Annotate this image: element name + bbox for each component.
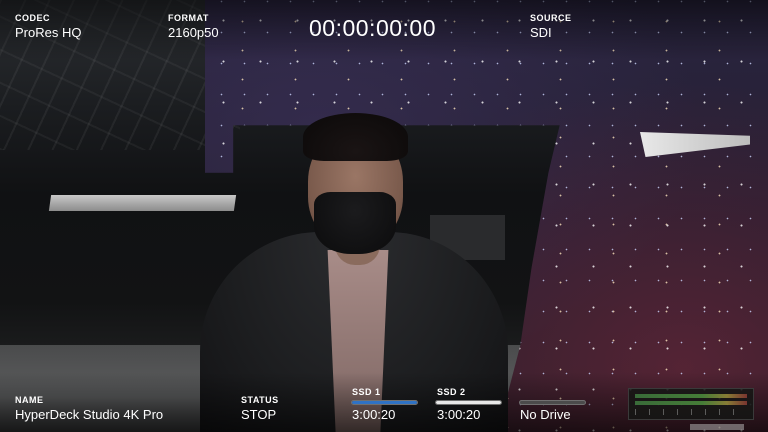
ssd1-label: SSD 1 (352, 387, 381, 397)
ssd2-remaining-time: 3:00:20 (437, 407, 481, 422)
ssd2-capacity-fill (436, 401, 501, 404)
source-label: SOURCE (530, 13, 572, 23)
audio-meter-icon (628, 388, 754, 420)
audio-meter-channel-1 (635, 394, 747, 398)
video-preview (0, 0, 768, 432)
source-value: SDI (530, 25, 552, 40)
codec-label: CODEC (15, 13, 51, 23)
ssd2-label: SSD 2 (437, 387, 466, 397)
slot3-capacity-bar (519, 400, 586, 405)
person-face-mask (314, 192, 396, 254)
status-label: STATUS (241, 395, 279, 405)
format-value: 2160p50 (168, 25, 219, 40)
person-hair (303, 113, 408, 161)
name-label: NAME (15, 395, 44, 405)
codec-value: ProRes HQ (15, 25, 82, 40)
format-label: FORMAT (168, 13, 209, 23)
ssd2-capacity-bar (435, 400, 502, 405)
ssd1-remaining-time: 3:00:20 (352, 407, 396, 422)
ssd1-capacity-fill (352, 401, 417, 404)
hyperdeck-monitor: CODEC ProRes HQ FORMAT 2160p50 00:00:00:… (0, 0, 768, 432)
audio-meter-channel-2 (635, 401, 747, 405)
status-value: STOP (241, 407, 277, 422)
timecode-display: 00:00:00:00 (309, 15, 437, 41)
name-value: HyperDeck Studio 4K Pro (15, 407, 164, 422)
audio-meter-scale (635, 409, 747, 415)
audio-meter-caption (690, 424, 744, 430)
slot3-status: No Drive (520, 407, 571, 422)
ssd1-capacity-bar (351, 400, 418, 405)
studio-panel (48, 195, 237, 211)
